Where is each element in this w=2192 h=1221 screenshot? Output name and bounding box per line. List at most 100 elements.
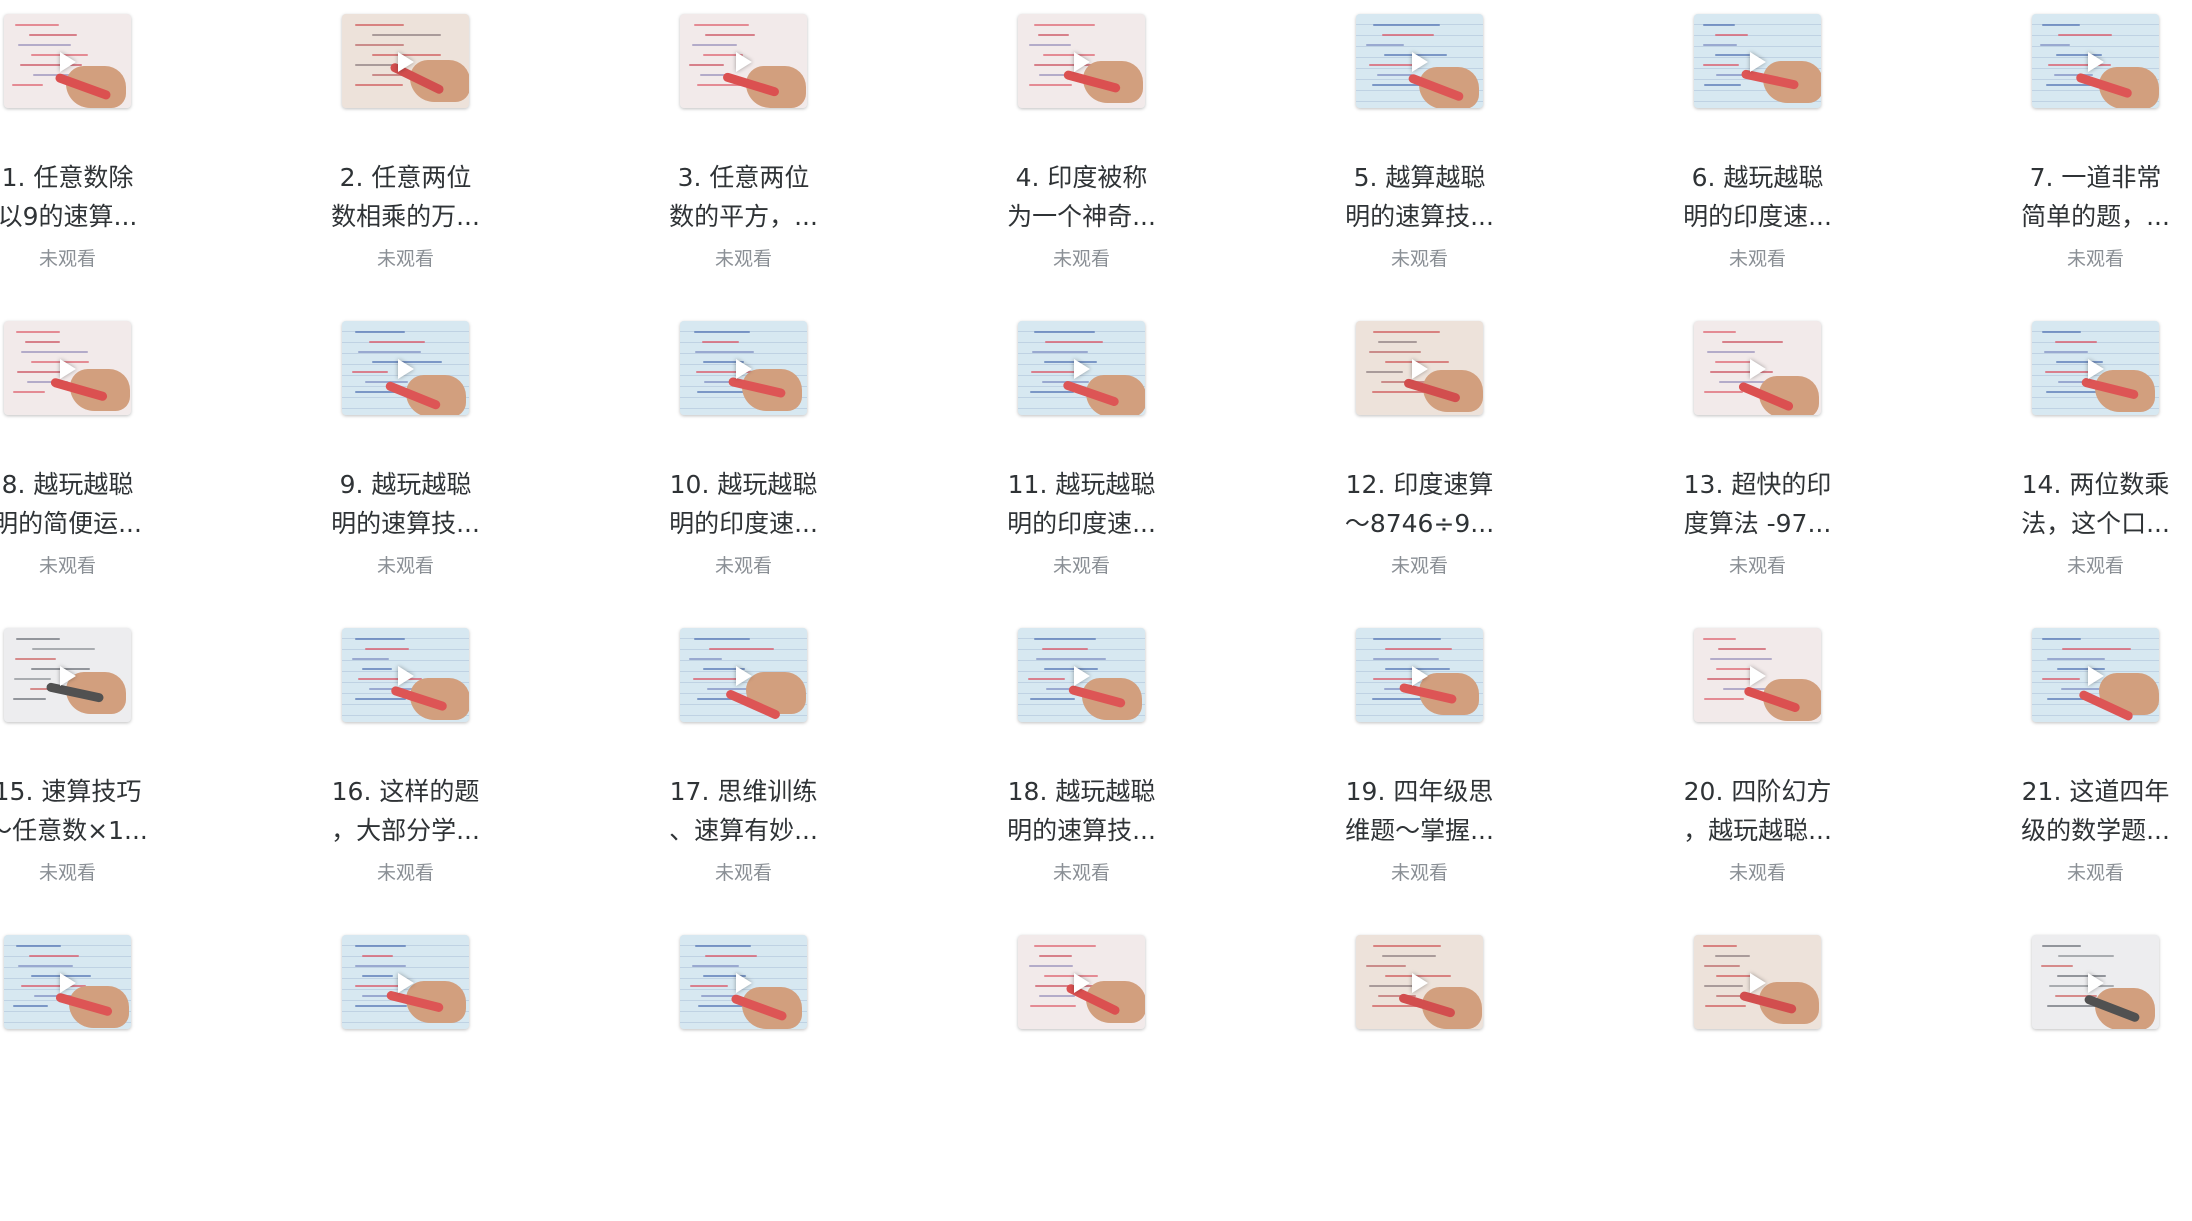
- video-card[interactable]: 3. 任意两位 数的平方，... 未观看: [566, 0, 904, 300]
- video-card[interactable]: 16. 这样的题 ，大部分学... 未观看: [228, 614, 566, 914]
- video-thumbnail[interactable]: [342, 935, 469, 1029]
- video-card[interactable]: 8. 越玩越聪 明的简便运... 未观看: [0, 307, 228, 607]
- video-thumbnail[interactable]: [1694, 321, 1821, 415]
- video-card[interactable]: 19. 四年级思 维题～掌握... 未观看: [1242, 614, 1580, 914]
- video-card[interactable]: 6. 越玩越聪 明的印度速... 未观看: [1580, 0, 1918, 300]
- video-thumbnail[interactable]: [2032, 935, 2159, 1029]
- play-icon[interactable]: [1074, 359, 1090, 379]
- video-title[interactable]: 20. 四阶幻方 ，越玩越聪...: [1580, 772, 1935, 850]
- video-thumbnail[interactable]: [1694, 935, 1821, 1029]
- video-card[interactable]: 14. 两位数乘 法，这个口... 未观看: [1918, 307, 2192, 607]
- play-icon[interactable]: [1750, 666, 1766, 686]
- play-icon[interactable]: [1412, 359, 1428, 379]
- play-icon[interactable]: [1074, 666, 1090, 686]
- video-thumbnail[interactable]: [1018, 14, 1145, 108]
- video-card[interactable]: 2. 任意两位 数相乘的万... 未观看: [228, 0, 566, 300]
- video-thumbnail[interactable]: [1694, 628, 1821, 722]
- video-card[interactable]: 9. 越玩越聪 明的速算技... 未观看: [228, 307, 566, 607]
- video-title[interactable]: 14. 两位数乘 法，这个口...: [1918, 465, 2192, 543]
- video-thumbnail[interactable]: [2032, 628, 2159, 722]
- video-card[interactable]: 15. 速算技巧 ～任意数×1... 未观看: [0, 614, 228, 914]
- video-card[interactable]: [1580, 921, 1918, 1221]
- play-icon[interactable]: [736, 666, 752, 686]
- video-thumbnail[interactable]: [4, 14, 131, 108]
- video-thumbnail[interactable]: [1356, 935, 1483, 1029]
- video-thumbnail[interactable]: [1018, 935, 1145, 1029]
- video-thumbnail[interactable]: [1018, 321, 1145, 415]
- video-thumbnail[interactable]: [1356, 628, 1483, 722]
- play-icon[interactable]: [398, 52, 414, 72]
- play-icon[interactable]: [1412, 666, 1428, 686]
- video-thumbnail[interactable]: [1356, 14, 1483, 108]
- play-icon[interactable]: [736, 359, 752, 379]
- video-thumbnail[interactable]: [2032, 14, 2159, 108]
- video-thumbnail[interactable]: [680, 14, 807, 108]
- video-card[interactable]: [1918, 921, 2192, 1221]
- play-icon[interactable]: [60, 52, 76, 72]
- video-card[interactable]: [904, 921, 1242, 1221]
- play-icon[interactable]: [60, 359, 76, 379]
- video-card[interactable]: 17. 思维训练 、速算有妙... 未观看: [566, 614, 904, 914]
- video-card[interactable]: [0, 921, 228, 1221]
- play-icon[interactable]: [2088, 973, 2104, 993]
- video-thumbnail[interactable]: [4, 321, 131, 415]
- video-title[interactable]: 17. 思维训练 、速算有妙...: [566, 772, 921, 850]
- video-title[interactable]: 19. 四年级思 维题～掌握...: [1242, 772, 1597, 850]
- play-icon[interactable]: [1412, 973, 1428, 993]
- play-icon[interactable]: [1074, 52, 1090, 72]
- video-thumbnail[interactable]: [1356, 321, 1483, 415]
- video-title[interactable]: 9. 越玩越聪 明的速算技...: [228, 465, 583, 543]
- play-icon[interactable]: [2088, 359, 2104, 379]
- play-icon[interactable]: [1750, 973, 1766, 993]
- video-title[interactable]: 11. 越玩越聪 明的印度速...: [904, 465, 1259, 543]
- video-card[interactable]: 12. 印度速算 ～8746÷9... 未观看: [1242, 307, 1580, 607]
- play-icon[interactable]: [398, 973, 414, 993]
- play-icon[interactable]: [1074, 973, 1090, 993]
- video-thumbnail[interactable]: [4, 935, 131, 1029]
- video-thumbnail[interactable]: [2032, 321, 2159, 415]
- video-title[interactable]: 21. 这道四年 级的数学题...: [1918, 772, 2192, 850]
- video-card[interactable]: 5. 越算越聪 明的速算技... 未观看: [1242, 0, 1580, 300]
- video-card[interactable]: 13. 超快的印 度算法 -97... 未观看: [1580, 307, 1918, 607]
- video-title[interactable]: 8. 越玩越聪 明的简便运...: [0, 465, 245, 543]
- video-title[interactable]: 16. 这样的题 ，大部分学...: [228, 772, 583, 850]
- play-icon[interactable]: [1750, 359, 1766, 379]
- play-icon[interactable]: [736, 973, 752, 993]
- video-card[interactable]: [566, 921, 904, 1221]
- video-thumbnail[interactable]: [1018, 628, 1145, 722]
- video-card[interactable]: [228, 921, 566, 1221]
- video-card[interactable]: 4. 印度被称 为一个神奇... 未观看: [904, 0, 1242, 300]
- video-thumbnail[interactable]: [1694, 14, 1821, 108]
- video-thumbnail[interactable]: [342, 321, 469, 415]
- video-title[interactable]: 13. 超快的印 度算法 -97...: [1580, 465, 1935, 543]
- play-icon[interactable]: [1750, 52, 1766, 72]
- play-icon[interactable]: [398, 666, 414, 686]
- video-card[interactable]: 20. 四阶幻方 ，越玩越聪... 未观看: [1580, 614, 1918, 914]
- video-title[interactable]: 2. 任意两位 数相乘的万...: [228, 158, 583, 236]
- play-icon[interactable]: [2088, 52, 2104, 72]
- video-thumbnail[interactable]: [680, 935, 807, 1029]
- video-title[interactable]: 18. 越玩越聪 明的速算技...: [904, 772, 1259, 850]
- video-title[interactable]: 3. 任意两位 数的平方，...: [566, 158, 921, 236]
- play-icon[interactable]: [1412, 52, 1428, 72]
- video-title[interactable]: 15. 速算技巧 ～任意数×1...: [0, 772, 245, 850]
- play-icon[interactable]: [60, 973, 76, 993]
- video-title[interactable]: 4. 印度被称 为一个神奇...: [904, 158, 1259, 236]
- video-thumbnail[interactable]: [342, 628, 469, 722]
- video-card[interactable]: 21. 这道四年 级的数学题... 未观看: [1918, 614, 2192, 914]
- play-icon[interactable]: [736, 52, 752, 72]
- video-card[interactable]: 18. 越玩越聪 明的速算技... 未观看: [904, 614, 1242, 914]
- video-thumbnail[interactable]: [4, 628, 131, 722]
- video-title[interactable]: 12. 印度速算 ～8746÷9...: [1242, 465, 1597, 543]
- video-title[interactable]: 10. 越玩越聪 明的印度速...: [566, 465, 921, 543]
- video-card[interactable]: 1. 任意数除 以9的速算... 未观看: [0, 0, 228, 300]
- video-title[interactable]: 5. 越算越聪 明的速算技...: [1242, 158, 1597, 236]
- video-title[interactable]: 7. 一道非常 简单的题，...: [1918, 158, 2192, 236]
- video-card[interactable]: [1242, 921, 1580, 1221]
- video-card[interactable]: 7. 一道非常 简单的题，... 未观看: [1918, 0, 2192, 300]
- play-icon[interactable]: [60, 666, 76, 686]
- video-thumbnail[interactable]: [342, 14, 469, 108]
- play-icon[interactable]: [2088, 666, 2104, 686]
- video-thumbnail[interactable]: [680, 628, 807, 722]
- play-icon[interactable]: [398, 359, 414, 379]
